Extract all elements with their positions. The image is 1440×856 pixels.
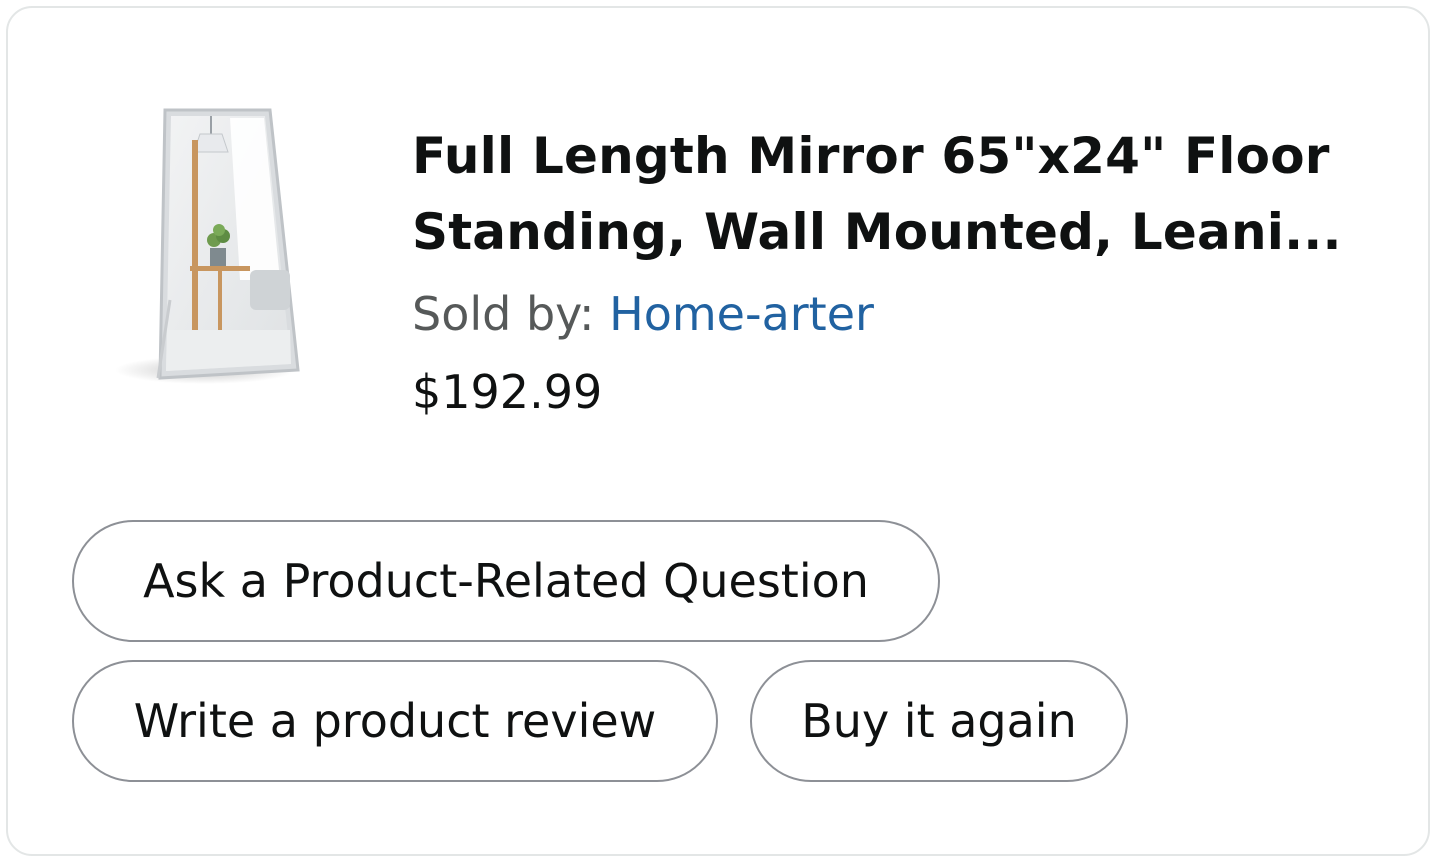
buy-it-again-button[interactable]: Buy it again xyxy=(750,660,1128,782)
write-product-review-button[interactable]: Write a product review xyxy=(72,660,718,782)
ask-product-question-button[interactable]: Ask a Product-Related Question xyxy=(72,520,940,642)
product-image[interactable] xyxy=(110,100,310,390)
seller-link[interactable]: Home-arter xyxy=(609,287,874,341)
product-title-line-2: Standing, Wall Mounted, Leani... xyxy=(412,203,1342,261)
product-title[interactable]: Full Length Mirror 65"x24" Floor Standin… xyxy=(412,118,1382,270)
product-price: $192.99 xyxy=(412,365,603,419)
sold-by-label: Sold by: xyxy=(412,287,610,341)
product-title-line-1: Full Length Mirror 65"x24" Floor xyxy=(412,127,1330,185)
sold-by-row: Sold by: Home-arter xyxy=(412,284,874,344)
